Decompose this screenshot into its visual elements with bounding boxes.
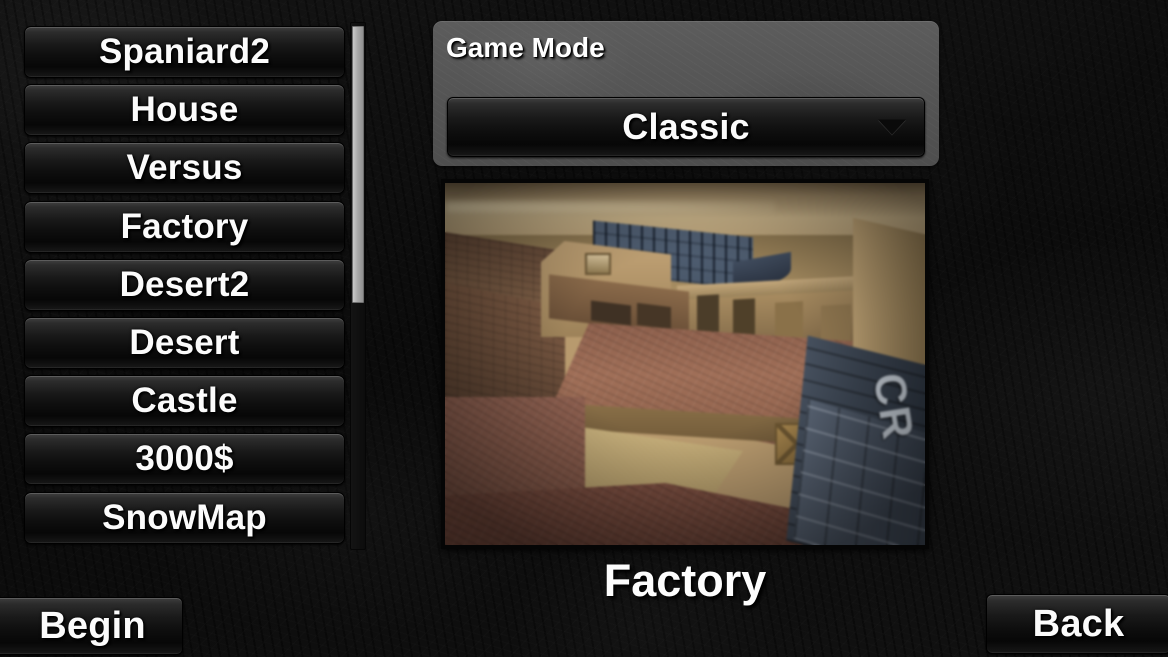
map-preview-image: CR <box>445 183 925 545</box>
begin-button-label: Begin <box>39 604 146 647</box>
map-list: Spaniard2 House Versus Factory Desert2 Desert… <box>24 26 345 550</box>
map-list-item-label: 3000$ <box>135 439 234 479</box>
map-list-item-label: Factory <box>120 206 249 246</box>
map-list-item-label: Desert <box>129 323 240 362</box>
game-mode-label: Game Mode <box>446 32 605 63</box>
back-button[interactable]: Back <box>986 594 1168 654</box>
map-list-item-label: House <box>130 90 239 130</box>
game-mode-dropdown[interactable]: Classic <box>447 97 925 157</box>
map-list-item-factory[interactable]: Factory <box>24 200 345 253</box>
map-list-item-label: Desert2 <box>119 264 250 304</box>
map-list-item-label: SnowMap <box>102 497 267 537</box>
map-list-item-label: Castle <box>131 381 238 421</box>
map-list-item-snowmap[interactable]: SnowMap <box>24 491 345 544</box>
game-mode-panel: Game Mode Classic <box>433 21 939 166</box>
map-list-scrollbar-thumb[interactable] <box>352 26 364 303</box>
map-list-item-spaniard2[interactable]: Spaniard2 <box>24 26 345 78</box>
map-list-item-label: Versus <box>126 148 243 188</box>
map-list-item-house[interactable]: House <box>24 84 345 137</box>
map-list-item-desert[interactable]: Desert <box>24 317 345 369</box>
map-list-item-label: Spaniard2 <box>98 32 271 71</box>
map-selection-screen: Spaniard2 House Versus Factory Desert2 Desert… <box>0 0 1168 657</box>
map-preview-frame: CR <box>441 179 929 549</box>
map-list-item-desert2[interactable]: Desert2 <box>24 258 345 311</box>
chevron-down-icon <box>878 119 906 135</box>
selected-map-name: Factory <box>603 555 767 606</box>
map-list-item-castle[interactable]: Castle <box>24 375 345 428</box>
map-list-item-3000[interactable]: 3000$ <box>24 433 345 486</box>
map-list-scrollbar[interactable] <box>350 22 366 550</box>
back-button-label: Back <box>1032 602 1125 645</box>
map-list-item-versus[interactable]: Versus <box>24 142 345 195</box>
game-mode-value: Classic <box>622 106 750 147</box>
begin-button[interactable]: Begin <box>0 597 183 655</box>
